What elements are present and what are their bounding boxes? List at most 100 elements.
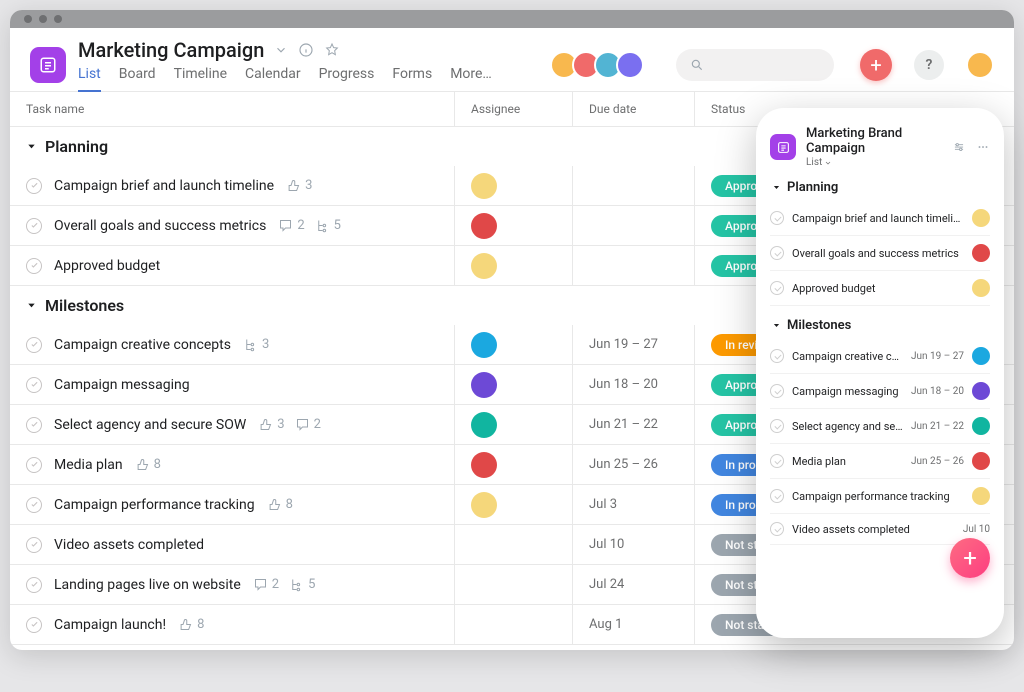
assignee-avatar[interactable]: [471, 372, 497, 398]
task-name: Landing pages live on website: [54, 577, 241, 593]
mobile-project-icon: [770, 134, 796, 160]
mobile-task-name: Video assets completed: [792, 523, 955, 536]
due-date[interactable]: Jun 25 – 26: [573, 445, 695, 484]
chevron-down-icon: [824, 159, 832, 167]
complete-checkbox[interactable]: [26, 178, 42, 194]
mobile-task-row[interactable]: Campaign messaging Jun 18 – 20: [770, 374, 990, 409]
complete-checkbox[interactable]: [26, 218, 42, 234]
due-date[interactable]: Jun 21 – 22: [573, 405, 695, 444]
mobile-task-row[interactable]: Campaign performance tracking: [770, 479, 990, 514]
mobile-preview: Marketing Brand Campaign List PlanningCa…: [756, 108, 1004, 638]
mobile-complete-checkbox[interactable]: [770, 281, 784, 295]
mobile-task-name: Campaign messaging: [792, 385, 903, 398]
assignee-avatar[interactable]: [471, 332, 497, 358]
mobile-assignee-avatar: [972, 452, 990, 470]
mobile-complete-checkbox[interactable]: [770, 489, 784, 503]
task-name: Media plan: [54, 457, 123, 473]
due-date[interactable]: Jul 10: [573, 525, 695, 564]
complete-checkbox[interactable]: [26, 617, 42, 633]
complete-checkbox[interactable]: [26, 537, 42, 553]
mobile-task-name: Approved budget: [792, 282, 964, 295]
tab-list[interactable]: List: [78, 66, 101, 92]
mobile-section-header[interactable]: Planning: [770, 168, 990, 201]
assignee-avatar[interactable]: [471, 173, 497, 199]
task-name: Overall goals and success metrics: [54, 218, 266, 234]
mobile-complete-checkbox[interactable]: [770, 419, 784, 433]
assignee-avatar[interactable]: [471, 253, 497, 279]
mobile-add-button[interactable]: +: [950, 538, 990, 578]
mobile-task-row[interactable]: Video assets completedJul 10: [770, 514, 990, 545]
project-header: Marketing Campaign ListBoardTimelineCale…: [10, 28, 1014, 92]
due-date[interactable]: [573, 246, 695, 285]
member-avatar[interactable]: [616, 51, 644, 79]
tab-progress[interactable]: Progress: [319, 66, 375, 91]
task-name: Campaign creative concepts: [54, 337, 231, 353]
mobile-task-row[interactable]: Overall goals and success metrics: [770, 236, 990, 271]
mobile-view-selector[interactable]: List: [806, 157, 942, 168]
task-name: Campaign performance tracking: [54, 497, 255, 513]
due-date[interactable]: Jun 18 – 20: [573, 365, 695, 404]
mobile-task-row[interactable]: Approved budget: [770, 271, 990, 306]
project-icon: [30, 47, 66, 83]
mobile-assignee-avatar: [972, 244, 990, 262]
mobile-complete-checkbox[interactable]: [770, 454, 784, 468]
task-name: Video assets completed: [54, 537, 204, 553]
mobile-complete-checkbox[interactable]: [770, 349, 784, 363]
assignee-avatar[interactable]: [471, 412, 497, 438]
mobile-assignee-avatar: [972, 279, 990, 297]
tab-calendar[interactable]: Calendar: [245, 66, 301, 91]
add-button[interactable]: +: [860, 49, 892, 81]
complete-checkbox[interactable]: [26, 577, 42, 593]
tab-more[interactable]: More…: [450, 66, 492, 91]
me-avatar[interactable]: [966, 51, 994, 79]
filter-icon[interactable]: [952, 140, 966, 154]
mobile-section-header[interactable]: Milestones: [770, 306, 990, 339]
star-icon[interactable]: [324, 42, 340, 58]
mobile-task-name: Campaign performance tracking: [792, 490, 964, 503]
tab-timeline[interactable]: Timeline: [174, 66, 227, 91]
complete-checkbox[interactable]: [26, 377, 42, 393]
mobile-due-date: Jun 18 – 20: [911, 386, 964, 397]
like-count: 3: [286, 178, 312, 193]
mobile-task-row[interactable]: Select agency and secure SOWJun 21 – 22: [770, 409, 990, 444]
help-button[interactable]: ?: [914, 50, 944, 80]
more-icon[interactable]: [976, 140, 990, 154]
mobile-task-row[interactable]: Media planJun 25 – 26: [770, 444, 990, 479]
due-date[interactable]: Jun 19 – 27: [573, 325, 695, 364]
tab-board[interactable]: Board: [119, 66, 156, 91]
comment-count: 2: [278, 218, 304, 233]
mobile-task-row[interactable]: Campaign brief and launch timeline: [770, 201, 990, 236]
subtask-count: 5: [315, 218, 341, 233]
mobile-task-row[interactable]: Campaign creative conceptsJun 19 – 27: [770, 339, 990, 374]
assignee-avatar[interactable]: [471, 213, 497, 239]
complete-checkbox[interactable]: [26, 457, 42, 473]
complete-checkbox[interactable]: [26, 417, 42, 433]
due-date[interactable]: [573, 206, 695, 245]
due-date[interactable]: [573, 166, 695, 205]
assignee-avatar[interactable]: [471, 452, 497, 478]
mobile-assignee-avatar: [972, 487, 990, 505]
mobile-complete-checkbox[interactable]: [770, 211, 784, 225]
due-date[interactable]: Aug 1: [573, 605, 695, 644]
info-icon[interactable]: [298, 42, 314, 58]
mobile-assignee-avatar: [972, 209, 990, 227]
due-date[interactable]: Jul 24: [573, 565, 695, 604]
search-input[interactable]: [676, 49, 834, 81]
tab-forms[interactable]: Forms: [392, 66, 432, 91]
due-date[interactable]: Jul 3: [573, 485, 695, 524]
mobile-assignee-avatar: [972, 417, 990, 435]
complete-checkbox[interactable]: [26, 258, 42, 274]
chevron-down-icon[interactable]: [274, 43, 288, 57]
task-name: Campaign launch!: [54, 617, 166, 633]
window-chrome: [10, 10, 1014, 28]
task-name: Campaign messaging: [54, 377, 190, 393]
complete-checkbox[interactable]: [26, 497, 42, 513]
assignee-avatar[interactable]: [471, 492, 497, 518]
member-avatars[interactable]: [556, 51, 648, 79]
mobile-complete-checkbox[interactable]: [770, 384, 784, 398]
like-count: 8: [267, 497, 293, 512]
mobile-complete-checkbox[interactable]: [770, 246, 784, 260]
complete-checkbox[interactable]: [26, 337, 42, 353]
mobile-assignee-avatar: [972, 382, 990, 400]
mobile-complete-checkbox[interactable]: [770, 522, 784, 536]
